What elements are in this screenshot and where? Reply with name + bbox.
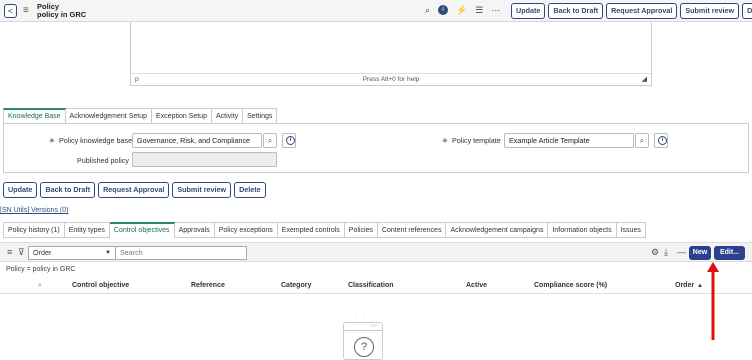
- delete-button[interactable]: Delete: [234, 182, 266, 198]
- record-header: < ≡ Policy policy in GRC ⌕ i ⚡ ☰ ⋯ Updat…: [0, 0, 752, 22]
- search-field-select-value: Order: [33, 248, 52, 257]
- tab-knowledge-base[interactable]: Knowledge Base: [3, 108, 66, 124]
- header-submit-review-button[interactable]: Submit review: [680, 3, 740, 19]
- settings-sliders-icon[interactable]: ☰: [475, 5, 483, 16]
- list-search-input[interactable]: Search: [115, 246, 247, 260]
- editor-status-bar: p Press Alt+0 for help ◢: [131, 73, 651, 85]
- column-active[interactable]: Active: [466, 282, 487, 289]
- edit-button[interactable]: Edit...: [714, 246, 745, 260]
- back-button[interactable]: <: [4, 4, 17, 18]
- list-toolbar: ≡ ⊽ Order ▼ Search ⚙ ⤓ — New Edit...: [0, 242, 752, 262]
- column-reference[interactable]: Reference: [191, 282, 225, 289]
- record-title-name: policy in GRC: [37, 10, 87, 19]
- policy-template-label: Policy template: [452, 136, 501, 145]
- form-action-buttons: Update Back to Draft Request Approval Su…: [3, 182, 266, 198]
- collapse-icon[interactable]: —: [677, 247, 686, 257]
- policy-template-field[interactable]: Example Article Template: [504, 133, 634, 148]
- question-mark-icon: ?: [354, 337, 374, 357]
- submit-review-button[interactable]: Submit review: [172, 182, 232, 198]
- record-title: Policy policy in GRC: [37, 3, 86, 19]
- tab-policy-exceptions[interactable]: Policy exceptions: [214, 222, 278, 238]
- editor-help-hint: Press Alt+0 for help: [362, 76, 420, 83]
- column-search-icon[interactable]: ⌕: [38, 282, 42, 290]
- tab-entity-types[interactable]: Entity types: [64, 222, 110, 238]
- header-delete-button[interactable]: Delete: [742, 3, 752, 19]
- list-settings-gear-icon[interactable]: ⚙: [651, 247, 659, 258]
- request-approval-button[interactable]: Request Approval: [98, 182, 170, 198]
- header-icon-group: ⌕ i ⚡ ☰ ⋯: [425, 5, 500, 16]
- empty-list-illustration: ○○○ ?: [343, 322, 383, 360]
- filter-icon[interactable]: ⊽: [18, 247, 25, 258]
- sort-ascending-icon: ▲: [697, 283, 703, 289]
- filter-breadcrumb[interactable]: Policy = policy in GRC: [6, 266, 75, 273]
- knowledge-base-panel: ✳ Policy knowledge base Governance, Risk…: [3, 123, 749, 173]
- related-list-tabs: Policy history (1) Entity types Control …: [3, 222, 646, 238]
- empty-state-dots: · ·: [412, 337, 425, 344]
- tab-activity[interactable]: Activity: [211, 108, 244, 124]
- rich-text-editor[interactable]: p Press Alt+0 for help ◢: [130, 22, 652, 86]
- download-icon[interactable]: ⤓: [664, 247, 668, 258]
- back-to-draft-button[interactable]: Back to Draft: [40, 182, 96, 198]
- required-asterisk: ✳: [442, 136, 449, 145]
- reference-info-icon[interactable]: [654, 133, 668, 148]
- new-button[interactable]: New: [689, 246, 711, 260]
- header-back-to-draft-button[interactable]: Back to Draft: [548, 3, 604, 19]
- tab-policy-history[interactable]: Policy history (1): [3, 222, 65, 238]
- header-button-group: Update Back to Draft Request Approval Su…: [511, 3, 752, 19]
- column-order[interactable]: Order: [675, 282, 694, 289]
- window-bar-icon: ○○○: [344, 323, 382, 331]
- update-button[interactable]: Update: [3, 182, 38, 198]
- tab-issues[interactable]: Issues: [616, 222, 646, 238]
- policy-knowledge-base-label: Policy knowledge base: [59, 136, 133, 145]
- tab-acknowledgement-setup[interactable]: Acknowledgement Setup: [65, 108, 152, 124]
- info-icon[interactable]: i: [438, 5, 449, 15]
- list-column-headers: ⌕ Control objective Reference Category C…: [0, 278, 752, 294]
- tab-content-references[interactable]: Content references: [377, 222, 447, 238]
- form-section-tabs: Knowledge Base Acknowledgement Setup Exc…: [3, 108, 278, 124]
- tab-control-objectives[interactable]: Control objectives: [109, 222, 175, 238]
- lookup-search-icon[interactable]: ⌕: [635, 133, 649, 148]
- column-control-objective[interactable]: Control objective: [72, 282, 129, 289]
- activity-icon[interactable]: ⚡: [456, 5, 467, 16]
- tab-exempted-controls[interactable]: Exempted controls: [277, 222, 345, 238]
- hamburger-menu-icon[interactable]: ≡: [23, 5, 29, 16]
- tab-exception-setup[interactable]: Exception Setup: [151, 108, 212, 124]
- list-menu-icon[interactable]: ≡: [7, 247, 12, 257]
- versions-link[interactable]: [SN Utils] Versions (0): [0, 207, 68, 214]
- lookup-search-icon[interactable]: ⌕: [263, 133, 277, 148]
- search-field-select[interactable]: Order ▼: [28, 246, 116, 260]
- tab-acknowledgement-campaigns[interactable]: Acknowledgement campaigns: [446, 222, 549, 238]
- resize-handle-icon[interactable]: ◢: [642, 75, 647, 83]
- published-policy-label: Published policy: [77, 156, 129, 165]
- empty-state-dots: · ·: [355, 313, 368, 320]
- more-options-icon[interactable]: ⋯: [491, 5, 500, 16]
- tab-information-objects[interactable]: Information objects: [548, 222, 617, 238]
- column-classification[interactable]: Classification: [348, 282, 394, 289]
- tab-settings[interactable]: Settings: [243, 108, 278, 124]
- published-policy-field: [132, 152, 277, 167]
- reference-info-icon[interactable]: [282, 133, 296, 148]
- chevron-down-icon: ▼: [105, 250, 111, 256]
- header-request-approval-button[interactable]: Request Approval: [606, 3, 678, 19]
- column-category[interactable]: Category: [281, 282, 311, 289]
- tab-policies[interactable]: Policies: [344, 222, 378, 238]
- attachment-icon[interactable]: ⌕: [425, 5, 430, 16]
- column-compliance-score[interactable]: Compliance score (%): [534, 282, 607, 289]
- required-asterisk: ✳: [49, 136, 56, 145]
- policy-knowledge-base-field[interactable]: Governance, Risk, and Compliance: [132, 133, 262, 148]
- header-update-button[interactable]: Update: [511, 3, 546, 19]
- tab-approvals[interactable]: Approvals: [174, 222, 215, 238]
